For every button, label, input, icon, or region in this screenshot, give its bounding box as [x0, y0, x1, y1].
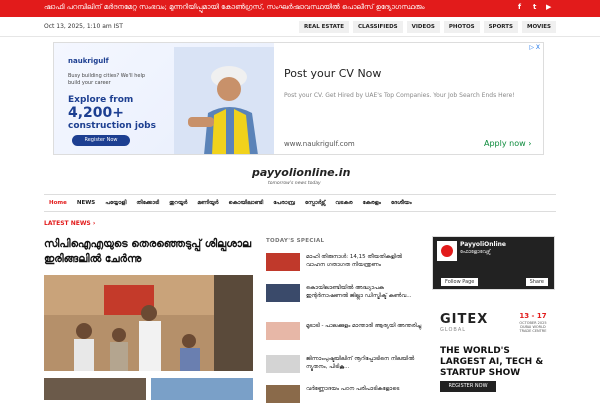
gitex-dates: 13 - 17	[519, 312, 547, 320]
special-item-text: വർണ്ണോദയം പഠന പരിപാടികളോടെ	[306, 386, 400, 392]
naukrigulf-ad[interactable]: naukrigulf Busy building cities? We'll h…	[53, 42, 544, 155]
date-bar: Oct 13, 2025, 1:10 am IST REAL ESTATE CL…	[0, 17, 600, 37]
nav-perambra[interactable]: പേരാമ്പ്ര	[268, 200, 300, 207]
nav-thikkodi[interactable]: തിക്കോടി	[131, 200, 164, 207]
special-thumb	[266, 355, 300, 373]
story-photo-2[interactable]	[44, 378, 146, 400]
ad-count: 4,200+	[68, 105, 125, 121]
special-item[interactable]: ജിന്നാംപുഷ്ടയിലിന് നൂറിപ്പോടിനെ നിലയിൽ ന…	[266, 355, 422, 381]
special-item-text: മാഹി തിരുനാൾ: 14,15 തീയതികളിൽ വാഹന ഗതാഗത…	[306, 254, 402, 268]
ad-apply-link[interactable]: Apply now ›	[484, 139, 531, 148]
ad-url[interactable]: www.naukrigulf.com	[284, 140, 355, 148]
gitex-register-button[interactable]: REGISTER NOW	[440, 381, 496, 392]
nav-keralam[interactable]: കേരളം	[358, 200, 386, 207]
chevron-right-icon: ›	[528, 139, 532, 148]
latest-news-label[interactable]: LATEST NEWS ›	[44, 220, 95, 227]
worker-illustration	[174, 47, 274, 154]
ad-explore: Explore from	[68, 95, 134, 105]
nav-news[interactable]: NEWS	[72, 200, 100, 206]
ad-creative: naukrigulf Busy building cities? We'll h…	[54, 43, 274, 154]
special-item-text: മൂടാടി - പാലക്കുളം മാന്താരി ആര്യയി അന്തര…	[306, 323, 422, 329]
topnav-sports[interactable]: SPORTS	[483, 21, 518, 33]
topnav-movies[interactable]: MOVIES	[521, 21, 556, 33]
page-avatar	[437, 241, 457, 261]
nav-koyilandy[interactable]: കൊയിലാണ്ടി	[224, 200, 269, 207]
gitex-brand: GITEX	[440, 312, 489, 327]
topnav-videos[interactable]: VIDEOS	[406, 21, 440, 33]
special-thumb	[266, 322, 300, 340]
lead-headline[interactable]: സിപിഐഎയുടെ തെരഞ്ഞെടുപ്പ് ശില്പശാല ഇരിങ്ങ…	[44, 237, 254, 267]
ad-register-button[interactable]: Register Now	[72, 135, 130, 146]
todays-special-title: TODAY'S SPECIAL	[266, 238, 325, 244]
site-tagline: tomorrow's news today	[268, 181, 321, 186]
topnav-real-estate[interactable]: REAL ESTATE	[298, 21, 350, 33]
twitter-icon[interactable]: t	[533, 3, 536, 11]
special-item[interactable]: വർണ്ണോദയം പഠന പരിപാടികളോടെ	[266, 385, 422, 411]
gitex-ad[interactable]: GITEX GLOBAL 13 - 17 OCTOBER 2025 DUBAI …	[432, 298, 555, 400]
special-item[interactable]: മാഹി തിരുനാൾ: 14,15 തീയതികളിൽ വാഹന ഗതാഗത…	[266, 253, 422, 279]
youtube-icon[interactable]: ▶	[546, 3, 551, 11]
special-item[interactable]: മൂടാടി - പാലക്കുളം മാന്താരി ആര്യയി അന്തര…	[266, 322, 422, 348]
fb-page-name[interactable]: PayyoliOnline	[460, 241, 506, 248]
special-item-text: കൊയിലാണ്ടിയിൽ അദ്ധ്യാപക ഇന്റർനാഷണൽ ജില്ല…	[306, 285, 412, 299]
current-date: Oct 13, 2025, 1:10 am IST	[44, 23, 123, 30]
facebook-icon[interactable]: f	[518, 3, 521, 11]
fb-followers: ഫോളോവേഴ്സ്	[460, 249, 491, 255]
naukrigulf-logo: naukrigulf	[68, 57, 109, 65]
gitex-venue: OCTOBER 2025 DUBAI WORLD TRADE CENTRE	[519, 321, 547, 333]
ad-apply-label: Apply now	[484, 139, 526, 148]
fb-share-button[interactable]: Share	[525, 278, 548, 286]
gitex-headline: THE WORLD'S LARGEST AI, TECH & STARTUP S…	[440, 346, 544, 378]
gitex-global: GLOBAL	[440, 327, 467, 333]
ad-tagline: Busy building cities? We'll help build y…	[68, 73, 146, 86]
site-logo[interactable]: payyolionline.in	[252, 166, 350, 179]
story-photo-3[interactable]	[151, 378, 253, 400]
special-thumb	[266, 385, 300, 403]
nav-payyoli[interactable]: പയ്യോളി	[100, 200, 131, 207]
special-thumb	[266, 284, 300, 302]
latest-news-text: LATEST NEWS	[44, 220, 91, 227]
ad-construction: construction jobs	[68, 121, 156, 131]
breaking-news-bar: ഷാഫി പറമ്പിലിന് മർദനമേറ്റ സംഭവം; മുന്നറി…	[0, 0, 600, 17]
breaking-news-ticker[interactable]: ഷാഫി പറമ്പിലിന് മർദനമേറ്റ സംഭവം; മുന്നറി…	[44, 3, 425, 12]
facebook-page-widget[interactable]: PayyoliOnline ഫോളോവേഴ്സ് Follow Page Sha…	[432, 236, 555, 290]
nav-maniyur[interactable]: മണിയൂർ	[192, 200, 223, 207]
special-thumb	[266, 253, 300, 271]
nav-vadakara[interactable]: വടകര	[330, 200, 357, 207]
topnav-classifieds[interactable]: CLASSIFIEDS	[353, 21, 403, 33]
ad-choices-icon[interactable]: ▷ X	[529, 44, 540, 51]
chevron-right-icon: ›	[92, 220, 96, 227]
topnav-photos[interactable]: PHOTOS	[443, 21, 480, 33]
main-nav: Home NEWS പയ്യോളി തിക്കോടി തുറയൂർ മണിയൂർ…	[44, 194, 556, 212]
nav-thurayur[interactable]: തുറയൂർ	[164, 200, 192, 207]
special-item-text: ജിന്നാംപുഷ്ടയിലിന് നൂറിപ്പോടിനെ നിലയിൽ ന…	[306, 356, 415, 370]
lead-story-photo[interactable]	[44, 275, 253, 371]
nav-national[interactable]: ദേശീയം	[386, 200, 417, 207]
top-nav: REAL ESTATE CLASSIFIEDS VIDEOS PHOTOS SP…	[298, 21, 556, 33]
ad-title[interactable]: Post your CV Now	[284, 67, 381, 80]
fb-follow-button[interactable]: Follow Page	[441, 278, 479, 286]
ad-description: Post your CV. Get Hired by UAE's Top Com…	[284, 92, 515, 99]
nav-home[interactable]: Home	[44, 200, 72, 206]
special-item[interactable]: കൊയിലാണ്ടിയിൽ അദ്ധ്യാപക ഇന്റർനാഷണൽ ജില്ല…	[266, 284, 422, 310]
nav-sports[interactable]: സ്പോർട്സ്	[300, 200, 330, 207]
